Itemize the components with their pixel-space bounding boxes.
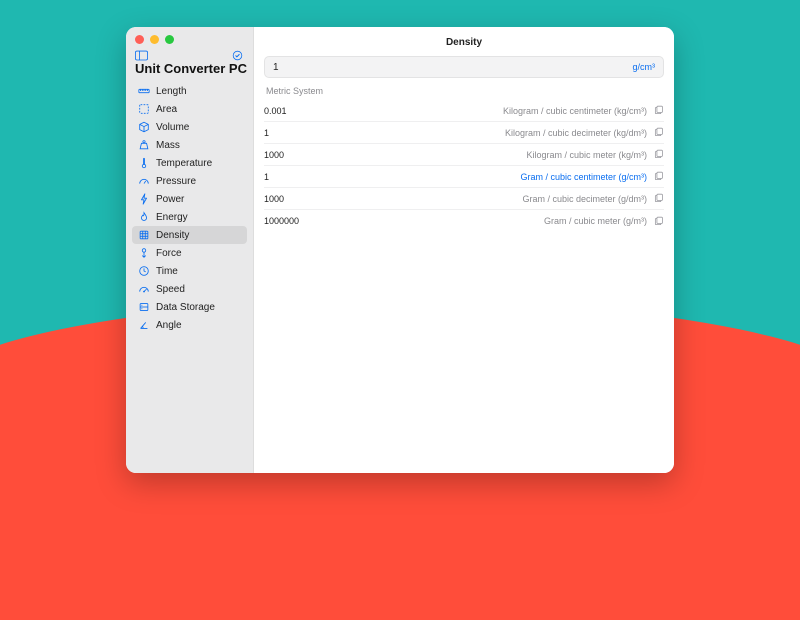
copy-icon[interactable]: [653, 149, 664, 160]
value-input-row: g/cm³: [264, 56, 664, 78]
result-row: 1 Gram / cubic centimeter (g/cm³): [264, 166, 664, 188]
sidebar-item-label: Angle: [156, 320, 182, 331]
clock-icon: [138, 265, 150, 277]
result-label: Kilogram / cubic meter (kg/m³): [526, 150, 647, 160]
result-value: 0.001: [264, 106, 287, 116]
scalemass-icon: [138, 139, 150, 151]
sidebar-nav: Length Area Volume Mass Temperature Pressure P…: [126, 82, 253, 334]
sidebar-item-time[interactable]: Time: [132, 262, 247, 280]
storage-icon: [138, 301, 150, 313]
sidebar-item-area[interactable]: Area: [132, 100, 247, 118]
sidebar-item-label: Density: [156, 230, 189, 241]
sidebar-item-label: Data Storage: [156, 302, 215, 313]
copy-icon[interactable]: [653, 216, 664, 227]
result-value: 1: [264, 128, 269, 138]
result-value: 1000000: [264, 216, 299, 226]
sidebar-item-label: Length: [156, 86, 187, 97]
copy-icon[interactable]: [653, 105, 664, 116]
sidebar-item-label: Power: [156, 194, 184, 205]
sidebar-item-pressure[interactable]: Pressure: [132, 172, 247, 190]
sidebar-item-label: Pressure: [156, 176, 196, 187]
density-icon: [138, 229, 150, 241]
result-row: 1 Kilogram / cubic decimeter (kg/dm³): [264, 122, 664, 144]
result-row: 1000 Kilogram / cubic meter (kg/m³): [264, 144, 664, 166]
sidebar-item-label: Temperature: [156, 158, 212, 169]
main-panel: Density g/cm³ Metric System 0.001 Kilogra…: [254, 27, 674, 473]
thermometer-icon: [138, 157, 150, 169]
sidebar-item-speed[interactable]: Speed: [132, 280, 247, 298]
value-input[interactable]: [273, 62, 633, 73]
sidebar-item-label: Volume: [156, 122, 189, 133]
sidebar-item-label: Mass: [156, 140, 180, 151]
speedometer-icon: [138, 283, 150, 295]
sidebar-item-energy[interactable]: Energy: [132, 208, 247, 226]
app-title: Unit Converter PC: [126, 61, 253, 82]
copy-icon[interactable]: [653, 193, 664, 204]
bolt-icon: [138, 193, 150, 205]
gauge-icon: [138, 175, 150, 187]
sidebar-item-label: Force: [156, 248, 182, 259]
result-label: Kilogram / cubic decimeter (kg/dm³): [505, 128, 647, 138]
result-label: Kilogram / cubic centimeter (kg/cm³): [503, 106, 647, 116]
sidebar-item-data-storage[interactable]: Data Storage: [132, 298, 247, 316]
square-dashed-icon: [138, 103, 150, 115]
result-row: 1000000 Gram / cubic meter (g/m³): [264, 210, 664, 232]
cube-icon: [138, 121, 150, 133]
result-value: 1000: [264, 150, 284, 160]
window-controls: [126, 27, 253, 48]
sidebar-item-power[interactable]: Power: [132, 190, 247, 208]
result-value: 1000: [264, 194, 284, 204]
flame-icon: [138, 211, 150, 223]
section-label: Metric System: [254, 86, 674, 100]
sidebar-toggle-icon[interactable]: [135, 48, 148, 59]
result-label: Gram / cubic meter (g/m³): [544, 216, 647, 226]
copy-icon[interactable]: [653, 171, 664, 182]
sidebar-item-force[interactable]: Force: [132, 244, 247, 262]
result-value: 1: [264, 172, 269, 182]
result-label: Gram / cubic decimeter (g/dm³): [522, 194, 647, 204]
sidebar-item-temperature[interactable]: Temperature: [132, 154, 247, 172]
result-row: 1000 Gram / cubic decimeter (g/dm³): [264, 188, 664, 210]
sidebar-item-angle[interactable]: Angle: [132, 316, 247, 334]
results-list: 0.001 Kilogram / cubic centimeter (kg/cm³…: [254, 100, 674, 232]
zoom-window-button[interactable]: [165, 35, 174, 44]
ruler-icon: [138, 85, 150, 97]
unit-selector[interactable]: g/cm³: [633, 62, 656, 72]
sidebar-item-volume[interactable]: Volume: [132, 118, 247, 136]
settings-icon[interactable]: [231, 48, 244, 59]
result-row: 0.001 Kilogram / cubic centimeter (kg/cm³…: [264, 100, 664, 122]
sidebar: Unit Converter PC Length Area Volume Mass Te…: [126, 27, 254, 473]
app-window: Unit Converter PC Length Area Volume Mass Te…: [126, 27, 674, 473]
sidebar-item-label: Time: [156, 266, 178, 277]
force-icon: [138, 247, 150, 259]
minimize-window-button[interactable]: [150, 35, 159, 44]
sidebar-item-length[interactable]: Length: [132, 82, 247, 100]
page-title: Density: [254, 27, 674, 56]
sidebar-item-label: Area: [156, 104, 177, 115]
copy-icon[interactable]: [653, 127, 664, 138]
close-window-button[interactable]: [135, 35, 144, 44]
sidebar-item-mass[interactable]: Mass: [132, 136, 247, 154]
sidebar-item-label: Energy: [156, 212, 188, 223]
angle-icon: [138, 319, 150, 331]
sidebar-item-density[interactable]: Density: [132, 226, 247, 244]
sidebar-item-label: Speed: [156, 284, 185, 295]
result-label: Gram / cubic centimeter (g/cm³): [520, 172, 647, 182]
